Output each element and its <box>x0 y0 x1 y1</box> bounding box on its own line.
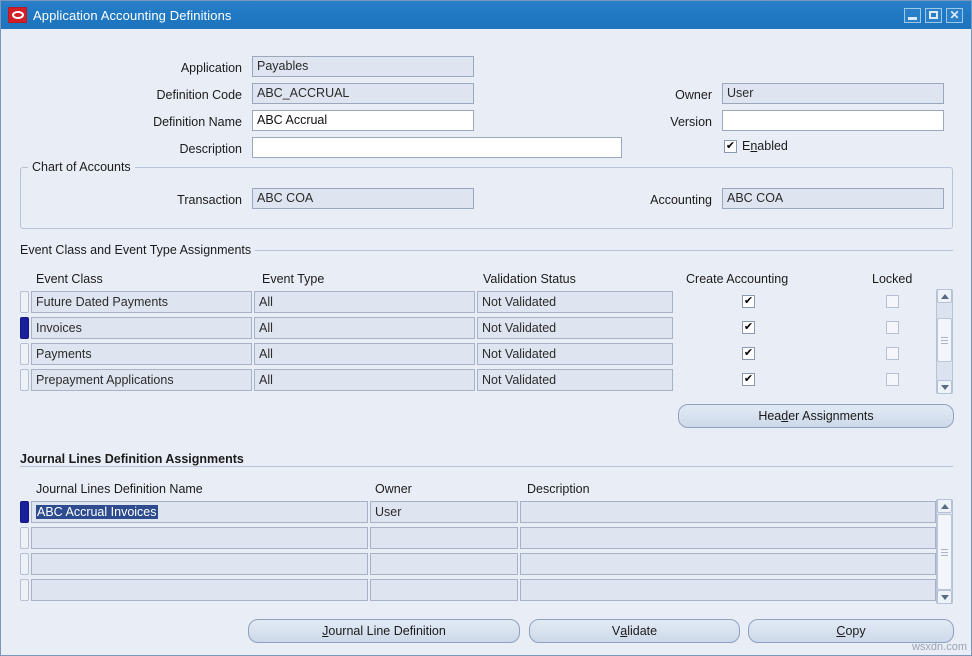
maximize-button[interactable] <box>925 7 942 23</box>
check-icon: ✔ <box>743 373 754 385</box>
locked-checkbox[interactable] <box>886 295 899 308</box>
check-icon: ✔ <box>725 140 736 152</box>
cell-event-class[interactable]: Payments <box>31 343 252 365</box>
title-bar: Application Accounting Definitions ✕ <box>1 1 971 29</box>
application-label: Application <box>180 61 242 75</box>
scroll-down-icon[interactable] <box>937 380 952 394</box>
column-header-create-accounting: Create Accounting <box>686 272 789 286</box>
cell-jld-description[interactable] <box>520 527 936 549</box>
journal-table-scrollbar[interactable] <box>936 499 953 604</box>
definition-name-label: Definition Name <box>153 115 242 129</box>
cell-validation-status[interactable]: Not Validated <box>477 369 673 391</box>
watermark: wsxdn.com <box>911 641 967 653</box>
application-field[interactable]: Payables <box>252 56 474 77</box>
column-header-jld-name: Journal Lines Definition Name <box>36 482 203 496</box>
record-indicator[interactable] <box>20 317 29 339</box>
record-indicator[interactable] <box>20 553 29 575</box>
cell-jld-owner[interactable] <box>370 553 518 575</box>
scrollbar-thumb[interactable] <box>937 514 952 590</box>
journal-lines-rule <box>20 466 953 467</box>
event-table-scrollbar[interactable] <box>936 289 953 394</box>
record-indicator[interactable] <box>20 291 29 313</box>
journal-line-definition-button[interactable]: Journal Line Definition <box>248 619 520 643</box>
cell-event-class[interactable]: Future Dated Payments <box>31 291 252 313</box>
create-accounting-checkbox[interactable]: ✔ <box>742 295 755 308</box>
record-indicator[interactable] <box>20 369 29 391</box>
column-header-jld-owner: Owner <box>375 482 412 496</box>
minimize-button[interactable] <box>904 7 921 23</box>
accounting-label: Accounting <box>650 193 712 207</box>
header-assignments-button[interactable]: Hea d er Assignments <box>678 404 954 428</box>
description-label: Description <box>179 142 242 156</box>
cell-jld-name[interactable] <box>31 579 368 601</box>
close-button[interactable]: ✕ <box>946 7 963 23</box>
locked-checkbox[interactable] <box>886 347 899 360</box>
oracle-logo-icon <box>8 7 27 23</box>
enabled-checkbox[interactable]: ✔ <box>724 140 737 153</box>
owner-label: Owner <box>675 88 712 102</box>
version-label: Version <box>670 115 712 129</box>
cell-jld-name[interactable] <box>31 553 368 575</box>
chart-of-accounts-title: Chart of Accounts <box>28 160 135 174</box>
selected-text: ABC Accrual Invoices <box>36 505 158 519</box>
validate-button[interactable]: Va lidate <box>529 619 740 643</box>
window-content: Application Payables Definition Code ABC… <box>2 29 971 655</box>
create-accounting-checkbox[interactable]: ✔ <box>742 373 755 386</box>
scroll-up-icon[interactable] <box>937 499 952 513</box>
definition-code-label: Definition Code <box>156 88 242 102</box>
locked-checkbox[interactable] <box>886 321 899 334</box>
cell-event-type[interactable]: All <box>254 291 475 313</box>
journal-lines-title: Journal Lines Definition Assignments <box>20 452 248 466</box>
copy-button[interactable]: Copy <box>748 619 954 643</box>
cell-jld-owner[interactable]: User <box>370 501 518 523</box>
window-title: Application Accounting Definitions <box>33 7 232 23</box>
column-header-event-class: Event Class <box>36 272 103 286</box>
cell-jld-owner[interactable] <box>370 579 518 601</box>
cell-jld-owner[interactable] <box>370 527 518 549</box>
transaction-field[interactable]: ABC COA <box>252 188 474 209</box>
locked-checkbox[interactable] <box>886 373 899 386</box>
enabled-label: Enabled <box>742 139 788 153</box>
definition-name-field[interactable]: ABC Accrual <box>252 110 474 131</box>
cell-jld-name[interactable] <box>31 527 368 549</box>
event-assignments-title: Event Class and Event Type Assignments <box>20 243 256 257</box>
column-header-locked: Locked <box>872 272 913 286</box>
column-header-jld-description: Description <box>527 482 590 496</box>
record-indicator[interactable] <box>20 343 29 365</box>
column-header-event-type: Event Type <box>262 272 325 286</box>
owner-field[interactable]: User <box>722 83 944 104</box>
version-field[interactable] <box>722 110 944 131</box>
close-icon: ✕ <box>949 7 960 22</box>
cell-validation-status[interactable]: Not Validated <box>477 317 673 339</box>
cell-validation-status[interactable]: Not Validated <box>477 343 673 365</box>
window-controls: ✕ <box>904 7 963 23</box>
description-field[interactable] <box>252 137 622 158</box>
transaction-label: Transaction <box>177 193 242 207</box>
cell-jld-description[interactable] <box>520 579 936 601</box>
cell-jld-description[interactable] <box>520 553 936 575</box>
scroll-down-icon[interactable] <box>937 590 952 604</box>
definition-code-field[interactable]: ABC_ACCRUAL <box>252 83 474 104</box>
cell-jld-name[interactable]: ABC Accrual Invoices <box>31 501 368 523</box>
cell-jld-description[interactable] <box>520 501 936 523</box>
scrollbar-thumb[interactable] <box>937 318 952 362</box>
cell-event-class[interactable]: Invoices <box>31 317 252 339</box>
record-indicator[interactable] <box>20 527 29 549</box>
scroll-up-icon[interactable] <box>937 289 952 303</box>
create-accounting-checkbox[interactable]: ✔ <box>742 321 755 334</box>
check-icon: ✔ <box>743 295 754 307</box>
cell-event-type[interactable]: All <box>254 343 475 365</box>
column-header-validation-status: Validation Status <box>483 272 576 286</box>
check-icon: ✔ <box>743 321 754 333</box>
record-indicator[interactable] <box>20 579 29 601</box>
cell-event-class[interactable]: Prepayment Applications <box>31 369 252 391</box>
cell-event-type[interactable]: All <box>254 369 475 391</box>
application-window: Application Accounting Definitions ✕ App… <box>0 0 972 656</box>
record-indicator[interactable] <box>20 501 29 523</box>
create-accounting-checkbox[interactable]: ✔ <box>742 347 755 360</box>
check-icon: ✔ <box>743 347 754 359</box>
cell-event-type[interactable]: All <box>254 317 475 339</box>
accounting-field[interactable]: ABC COA <box>722 188 944 209</box>
cell-validation-status[interactable]: Not Validated <box>477 291 673 313</box>
